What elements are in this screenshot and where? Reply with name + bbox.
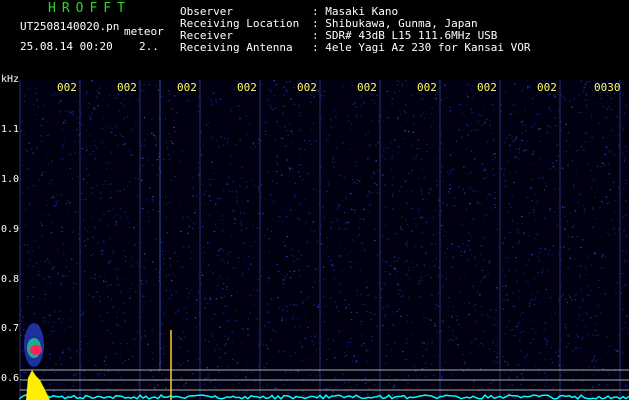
x-tick: 002 xyxy=(177,81,197,94)
y-tick-0-8: 0.8 xyxy=(1,274,20,285)
x-tick: 002 xyxy=(117,81,137,94)
x-tick: 002 xyxy=(237,81,257,94)
x-tick: 002 xyxy=(57,81,77,94)
x-tick: 002 xyxy=(357,81,377,94)
x-tick: 002 xyxy=(537,81,557,94)
echo-core xyxy=(30,345,42,355)
x-tick: 002 xyxy=(297,81,317,94)
spectrogram-plot xyxy=(19,80,629,400)
y-tick-1-0: 1.0 xyxy=(1,174,20,185)
datetime-label: 25.08.14 00:20 xyxy=(20,40,113,53)
antenna-value: : 4ele Yagi Az 230 for Kansai VOR xyxy=(312,41,531,54)
count-label: 2.. xyxy=(139,40,159,53)
unit-label: kHz xyxy=(1,74,20,85)
x-tick: 002 xyxy=(417,81,437,94)
y-tick-0-9: 0.9 xyxy=(1,224,20,235)
mode-label: meteor xyxy=(124,25,164,38)
app-title: HROFFT xyxy=(48,1,131,16)
y-tick-0-6: 0.6 xyxy=(1,373,20,384)
antenna-label: Receiving Antenna xyxy=(180,41,293,54)
x-tick: 002 xyxy=(477,81,497,94)
y-tick-1-1: 1.1 xyxy=(1,124,20,135)
x-tick: 0030 xyxy=(594,81,621,94)
file-name: UT2508140020.pn xyxy=(20,20,120,33)
y-tick-0-7: 0.7 xyxy=(1,323,20,334)
